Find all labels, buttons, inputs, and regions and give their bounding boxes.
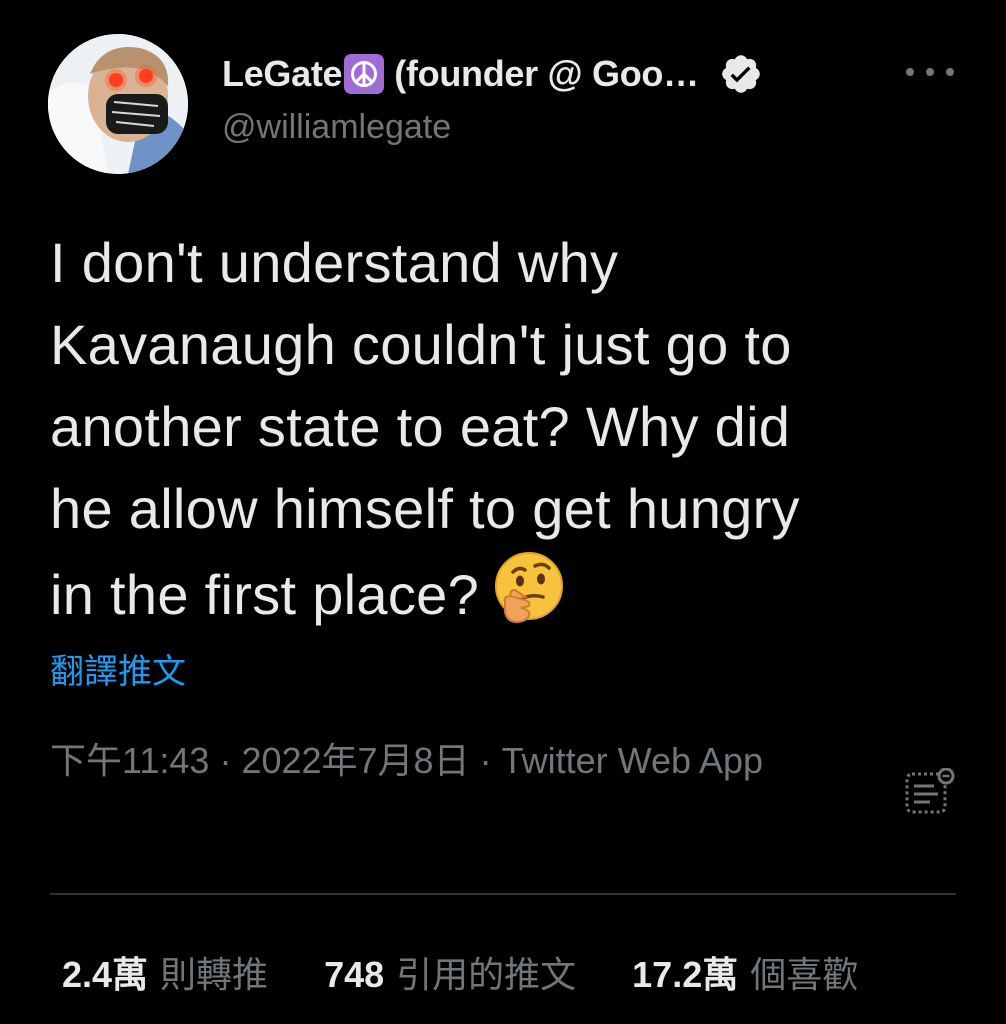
avatar-image [48, 34, 188, 174]
quote-tweets-stat[interactable]: 748 引用的推文 [324, 946, 576, 998]
quote-tweets-count: 748 [324, 954, 385, 995]
engagement-stats: 2.4萬 則轉推 748 引用的推文 17.2萬 個喜歡 [62, 944, 858, 1000]
meta-separator: · [219, 740, 232, 781]
meta-separator: · [479, 740, 492, 781]
avatar[interactable] [48, 34, 188, 174]
tweet-text-line: Kavanaugh couldn't just go to [50, 313, 792, 376]
tweet-text-line: another state to eat? Why did [50, 395, 791, 458]
peace-symbol-icon [344, 54, 385, 94]
translate-tweet-link[interactable]: 翻譯推文 [50, 644, 186, 693]
quote-tweets-label: 引用的推文 [396, 954, 577, 995]
tweet-text-last-line-wrap: in the first place? [50, 550, 950, 648]
display-name-rest[interactable]: (founder @ Goo… [394, 53, 699, 95]
retweets-label: 則轉推 [160, 954, 269, 995]
likes-stat[interactable]: 17.2萬 個喜歡 [632, 946, 858, 998]
tweet-text-line: in the first place? [50, 562, 480, 626]
author-name-row[interactable]: LeGate (founder @ Goo… [222, 50, 763, 98]
display-name[interactable]: LeGate [222, 53, 343, 95]
thinking-face-emoji-icon [491, 550, 567, 648]
tweet-time[interactable]: 下午11:43 [50, 740, 209, 781]
analytics-icon[interactable] [904, 767, 956, 816]
more-options-button[interactable] [906, 58, 954, 86]
likes-label: 個喜歡 [750, 954, 859, 995]
divider [50, 893, 956, 895]
more-dot-icon [946, 68, 954, 76]
more-dot-icon [906, 68, 914, 76]
tweet-text: I don't understand why Kavanaugh couldn'… [50, 222, 950, 648]
tweet-text-line: I don't understand why [50, 231, 619, 294]
tweet-source[interactable]: Twitter Web App [502, 740, 763, 781]
tweet-date[interactable]: 2022年7月8日 [241, 740, 469, 781]
tweet-metadata: 下午11:43 · 2022年7月8日 · Twitter Web App [50, 732, 840, 790]
verified-badge-icon [719, 52, 763, 96]
author-handle[interactable]: @williamlegate [222, 108, 451, 147]
retweets-stat[interactable]: 2.4萬 則轉推 [62, 946, 268, 998]
likes-count: 17.2萬 [632, 954, 739, 995]
tweet-text-line: he allow himself to get hungry [50, 477, 800, 540]
retweets-count: 2.4萬 [62, 954, 149, 995]
more-dot-icon [926, 68, 934, 76]
